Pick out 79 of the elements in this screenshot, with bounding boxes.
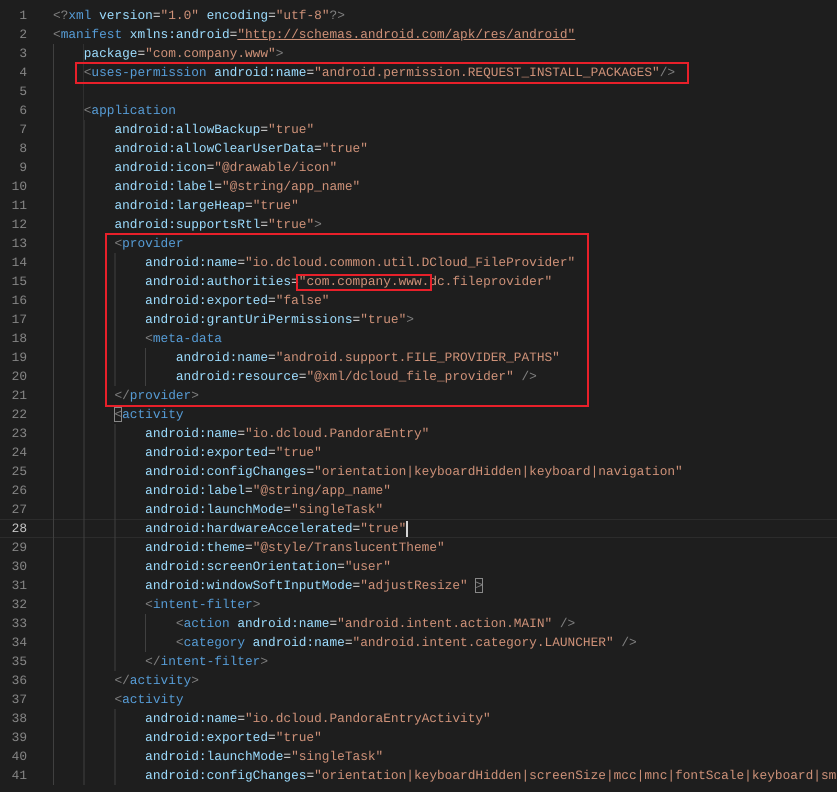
code-line: android:exported="false" [145, 292, 330, 310]
line-number: 26 [10, 482, 27, 500]
code-line: android:label="@string/app_name" [145, 482, 391, 500]
line-number: 1 [18, 7, 27, 25]
code-line: <meta-data [145, 330, 222, 348]
code-line: </intent-filter> [145, 653, 268, 671]
line-number: 7 [18, 121, 27, 139]
code-line: android:name="io.dcloud.PandoraEntry" [145, 425, 430, 443]
code-line: </activity> [114, 672, 199, 690]
line-number: 19 [10, 349, 27, 367]
line-number: 6 [18, 102, 27, 120]
code-line: android:name="android.support.FILE_PROVIDER_PATHS" [176, 349, 560, 367]
code-line: android:icon="@drawable/icon" [114, 159, 338, 177]
code-line: android:launchMode="singleTask" [145, 501, 384, 519]
line-number: 18 [10, 330, 27, 348]
code-line: <provider [114, 235, 184, 253]
line-number: 36 [10, 672, 27, 690]
line-number: 30 [10, 558, 27, 576]
code-line: android:name="io.dcloud.common.util.DCloud_FileProvider" [145, 254, 576, 272]
code-line: android:allowClearUserData="true" [114, 140, 368, 158]
code-line: android:hardwareAccelerated="true" [145, 520, 406, 538]
line-number: 32 [10, 596, 27, 614]
code-line: <application [84, 102, 176, 120]
code-line: android:exported="true" [145, 444, 322, 462]
code-line: package="com.company.www"> [84, 45, 284, 63]
code-line: <intent-filter> [145, 596, 260, 614]
line-number: 39 [10, 729, 27, 747]
line-number: 11 [10, 197, 27, 215]
line-number: 15 [10, 273, 27, 291]
code-line: </provider> [114, 387, 199, 405]
code-line: android:largeHeap="true" [114, 197, 299, 215]
line-number: 38 [10, 710, 27, 728]
code-line: android:allowBackup="true" [114, 121, 314, 139]
text-cursor [406, 520, 408, 536]
line-number: 12 [10, 216, 27, 234]
code-line: android:theme="@style/TranslucentTheme" [145, 539, 445, 557]
line-number: 21 [10, 387, 27, 405]
line-number: 41 [10, 767, 27, 785]
code-line: <action android:name="android.intent.action.MAIN" /> [176, 615, 576, 633]
line-number: 29 [10, 539, 27, 557]
line-number: 2 [18, 26, 27, 44]
line-number: 4 [18, 64, 27, 82]
line-number: 31 [10, 577, 27, 595]
code-line: android:resource="@xml/dcloud_file_provider" /> [176, 368, 537, 386]
line-number: 37 [10, 691, 27, 709]
code-line: android:name="io.dcloud.PandoraEntryActivity" [145, 710, 491, 728]
line-number: 9 [18, 159, 27, 177]
code-line: android:supportsRtl="true"> [114, 216, 322, 234]
code-line: android:configChanges="orientation|keyboardHidden|keyboard|navigation" [145, 463, 683, 481]
line-number: 20 [10, 368, 27, 386]
code-line: android:exported="true" [145, 729, 322, 747]
line-number: 13 [10, 235, 27, 253]
code-line: <activity [114, 691, 184, 709]
code-line: <uses-permission android:name="android.permission.REQUEST_INSTALL_PACKAGES"/> [84, 64, 676, 82]
line-number: 5 [18, 83, 27, 101]
line-number: 25 [10, 463, 27, 481]
line-number: 10 [10, 178, 27, 196]
line-number: 22 [10, 406, 27, 424]
code-line: <category android:name="android.intent.category.LAUNCHER" /> [176, 634, 637, 652]
code-line: android:grantUriPermissions="true"> [145, 311, 414, 329]
line-number: 23 [10, 425, 27, 443]
code-line: <?xml version="1.0" encoding="utf-8"?> [53, 7, 345, 25]
code-line: android:configChanges="orientation|keyboardHidden|screenSize|mcc|mnc|fontScale|keyboard|sm [145, 767, 836, 785]
code-line: android:screenOrientation="user" [145, 558, 391, 576]
code-line: android:label="@string/app_name" [114, 178, 360, 196]
line-number: 14 [10, 254, 27, 272]
line-number: 17 [10, 311, 27, 329]
code-line: <manifest xmlns:android="http://schemas.android.com/apk/res/android" [53, 26, 576, 44]
line-number: 35 [10, 653, 27, 671]
line-number: 3 [18, 45, 27, 63]
line-number: 33 [10, 615, 27, 633]
line-number: 24 [10, 444, 27, 462]
line-number: 27 [10, 501, 27, 519]
line-number: 40 [10, 748, 27, 766]
line-number: 8 [18, 140, 27, 158]
line-number: 34 [10, 634, 27, 652]
line-number: 28 [10, 520, 27, 538]
line-number: 16 [10, 292, 27, 310]
code-line: android:launchMode="singleTask" [145, 748, 384, 766]
